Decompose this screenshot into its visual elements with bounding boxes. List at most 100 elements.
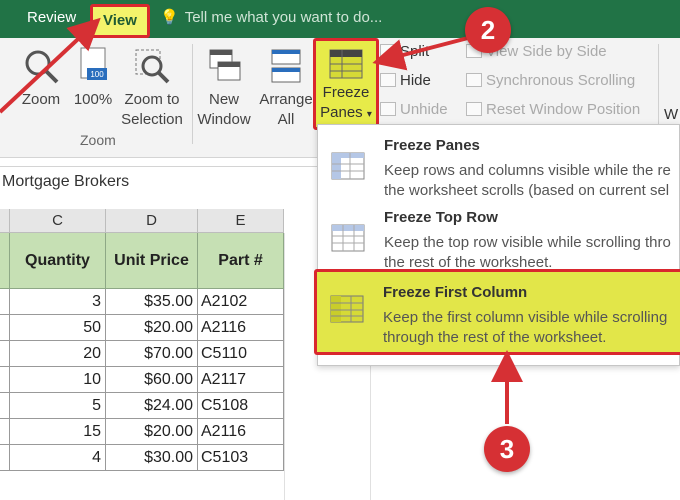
tab-review[interactable]: Review — [27, 0, 76, 38]
new-window-label-1: New — [208, 91, 239, 108]
group-separator — [192, 44, 193, 144]
menu-item-freeze-top-row[interactable]: Freeze Top Row Keep the top row visible … — [318, 201, 680, 273]
cell-b[interactable] — [0, 393, 10, 419]
cell-quantity[interactable]: 15 — [10, 419, 106, 445]
freeze-panes-dropdown: Freeze Panes Keep rows and columns visib… — [314, 124, 680, 366]
svg-text:100: 100 — [90, 70, 104, 79]
column-header-d[interactable]: D — [106, 209, 198, 233]
lightbulb-icon: 💡 — [160, 9, 179, 26]
cell-quantity[interactable]: 20 — [10, 341, 106, 367]
zoom-label: Zoom — [21, 91, 61, 108]
freeze-panes-button[interactable]: Freeze Panes ▾ — [313, 38, 379, 130]
magnifier-icon — [25, 50, 59, 84]
header-cell-quantity[interactable]: Quantity — [10, 233, 106, 289]
cell-quantity[interactable]: 3 — [10, 289, 106, 315]
arrange-all-icon — [271, 49, 301, 83]
new-window-label-2: Window — [197, 111, 251, 128]
new-window-icon — [209, 49, 241, 81]
header-cell-unit-price[interactable]: Unit Price — [106, 233, 198, 289]
freeze-panes-icon — [329, 49, 363, 79]
freeze-panes-menu-icon — [331, 152, 365, 180]
grid-line — [284, 233, 285, 500]
column-header-e[interactable]: E — [198, 209, 284, 233]
hide-label: Hide — [400, 72, 431, 89]
sync-scroll-icon — [466, 73, 482, 87]
cell-part[interactable]: A2116 — [198, 419, 284, 445]
tell-me-search[interactable]: 💡 Tell me what you want to do... — [160, 0, 382, 38]
cell-b[interactable] — [0, 367, 10, 393]
cell-quantity[interactable]: 5 — [10, 393, 106, 419]
cell-unit-price[interactable]: $20.00 — [106, 315, 198, 341]
cell-b[interactable] — [0, 289, 10, 315]
cell-part[interactable]: C5110 — [198, 341, 284, 367]
header-cell-b[interactable] — [0, 233, 10, 289]
cell-b[interactable] — [0, 445, 10, 471]
zoom-100-button[interactable]: 100 100% — [70, 46, 116, 110]
cell-quantity[interactable]: 4 — [10, 445, 106, 471]
cell-part[interactable]: C5103 — [198, 445, 284, 471]
synchronous-scrolling-button[interactable]: Synchronous Scrolling — [466, 70, 635, 92]
menu-item-desc: Keep rows and columns visible while the … — [384, 162, 671, 199]
unhide-label: Unhide — [400, 101, 448, 118]
menu-item-title: Freeze Panes — [384, 137, 480, 154]
tab-view[interactable]: View — [90, 4, 150, 38]
split-icon — [380, 44, 396, 58]
grid-line — [370, 366, 371, 500]
unhide-button[interactable]: Unhide — [380, 99, 448, 121]
zoom-100-label: 100% — [73, 91, 113, 108]
cell-quantity[interactable]: 10 — [10, 367, 106, 393]
hide-icon — [380, 73, 396, 87]
cell-b[interactable] — [0, 419, 10, 445]
reset-window-position-button[interactable]: Reset Window Position — [466, 99, 640, 121]
zoom-to-selection-button[interactable]: Zoom to Selection — [116, 46, 188, 130]
step-callout-3: 3 — [484, 426, 530, 472]
freeze-top-row-icon — [331, 224, 365, 252]
hide-button[interactable]: Hide — [380, 70, 431, 92]
menu-item-freeze-panes[interactable]: Freeze Panes Keep rows and columns visib… — [318, 129, 680, 201]
reset-position-icon — [466, 102, 482, 116]
column-header-c[interactable]: C — [10, 209, 106, 233]
cell-unit-price[interactable]: $20.00 — [106, 419, 198, 445]
menu-item-title: Freeze First Column — [383, 284, 528, 301]
cell-unit-price[interactable]: $70.00 — [106, 341, 198, 367]
split-button[interactable]: Split — [380, 41, 429, 63]
cell-unit-price[interactable]: $24.00 — [106, 393, 198, 419]
freeze-panes-label-2: Panes ▾ — [320, 104, 372, 121]
cell-quantity[interactable]: 50 — [10, 315, 106, 341]
zoom-to-selection-label-1: Zoom to — [124, 91, 180, 108]
column-header-b[interactable] — [0, 209, 10, 233]
switch-windows-label-cut[interactable]: W — [664, 104, 678, 126]
zoom-to-selection-label-2: Selection — [121, 111, 183, 128]
zoom-button[interactable]: Zoom — [16, 46, 66, 110]
zoom-group-label: Zoom — [80, 132, 116, 148]
step-callout-2: 2 — [465, 7, 511, 53]
menu-item-desc: Keep the first column visible while scro… — [383, 309, 668, 346]
arrange-all-label-2: All — [277, 111, 295, 128]
synchronous-scrolling-label: Synchronous Scrolling — [486, 72, 636, 89]
cell-b[interactable] — [0, 341, 10, 367]
name-box[interactable]: Mortgage Brokers — [0, 166, 317, 196]
dropdown-caret-icon: ▾ — [366, 109, 372, 120]
cell-unit-price[interactable]: $35.00 — [106, 289, 198, 315]
new-window-button[interactable]: New Window — [194, 46, 254, 130]
arrange-all-button[interactable]: Arrange All — [256, 46, 316, 130]
split-label: Split — [400, 43, 430, 60]
cell-part[interactable]: A2102 — [198, 289, 284, 315]
unhide-icon — [380, 102, 396, 116]
cell-unit-price[interactable]: $30.00 — [106, 445, 198, 471]
menu-item-title: Freeze Top Row — [384, 209, 498, 226]
zoom-100-icon: 100 — [80, 47, 107, 80]
cell-b[interactable] — [0, 315, 10, 341]
cell-part[interactable]: A2117 — [198, 367, 284, 393]
freeze-first-column-icon — [330, 295, 364, 323]
tell-me-text: Tell me what you want to do... — [184, 9, 383, 26]
ribbon-tab-bar: Review View 💡 Tell me what you want to do… — [0, 0, 680, 38]
cell-part[interactable]: C5108 — [198, 393, 284, 419]
zoom-selection-icon — [135, 49, 170, 84]
header-cell-part[interactable]: Part # — [198, 233, 284, 289]
reset-window-position-label: Reset Window Position — [486, 101, 641, 118]
cell-unit-price[interactable]: $60.00 — [106, 367, 198, 393]
cell-part[interactable]: A2116 — [198, 315, 284, 341]
arrange-all-label-1: Arrange — [259, 91, 313, 108]
menu-item-freeze-first-column[interactable]: Freeze First Column Keep the first colum… — [314, 269, 680, 355]
